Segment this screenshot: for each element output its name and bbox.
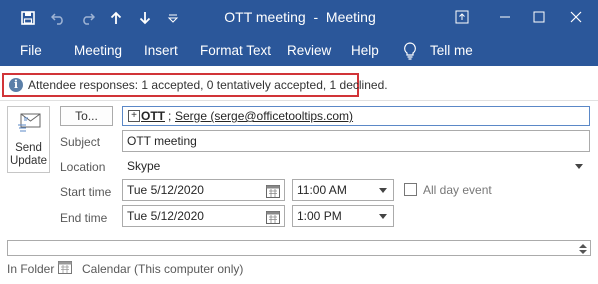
info-icon: i (9, 78, 23, 92)
recipient-group[interactable]: OTT (141, 107, 165, 125)
ribbon-display-options-icon[interactable] (451, 6, 473, 28)
redo-icon[interactable] (78, 8, 98, 28)
all-day-label: All day event (423, 183, 492, 197)
end-time-select[interactable]: 1:00 PM (292, 205, 394, 227)
to-button[interactable]: To... (60, 106, 113, 126)
send-update-button[interactable]: Send Update (7, 106, 50, 173)
end-time-label: End time (60, 211, 108, 225)
tab-review[interactable]: Review (287, 43, 331, 58)
tell-me-search[interactable]: Tell me (430, 43, 473, 58)
tab-meeting[interactable]: Meeting (74, 43, 122, 58)
chevron-down-icon[interactable] (379, 214, 387, 219)
maximize-icon[interactable] (528, 6, 550, 28)
in-folder-label: In Folder (7, 262, 55, 276)
end-date-value: Tue 5/12/2020 (127, 209, 204, 223)
window-title: OTT meeting - Meeting (224, 9, 376, 25)
down-arrow-icon[interactable] (135, 8, 155, 28)
chevron-down-icon[interactable] (379, 188, 387, 193)
subject-label: Subject (60, 135, 101, 149)
close-icon[interactable] (565, 6, 587, 28)
end-time-value: 1:00 PM (297, 209, 342, 223)
start-date-picker[interactable]: Tue 5/12/2020 (122, 179, 285, 201)
save-icon[interactable] (18, 8, 38, 28)
folder-name: Calendar (This computer only) (82, 262, 244, 276)
divider (0, 100, 598, 101)
attendee-responses-text: Attendee responses: 1 accepted, 0 tentat… (28, 78, 388, 92)
scroll-buttons-icon[interactable] (577, 242, 589, 254)
calendar-icon[interactable] (266, 210, 280, 230)
ribbon-tabs: File Meeting Insert Format Text Review H… (0, 36, 598, 66)
lightbulb-icon[interactable] (403, 42, 417, 65)
title-bar: OTT meeting - Meeting (0, 0, 598, 36)
all-day-checkbox[interactable] (404, 183, 417, 196)
attendee-responses-infobar: i Attendee responses: 1 accepted, 0 tent… (2, 73, 388, 97)
customize-toolbar-icon[interactable] (163, 8, 183, 28)
start-time-select[interactable]: 11:00 AM (292, 179, 394, 201)
recipient-separator: ; (168, 109, 172, 123)
expand-group-icon[interactable]: + (128, 110, 140, 122)
tab-file[interactable]: File (20, 43, 42, 58)
end-date-picker[interactable]: Tue 5/12/2020 (122, 205, 285, 227)
start-date-value: Tue 5/12/2020 (127, 183, 204, 197)
to-field[interactable]: + OTT ; Serge (serge@officetooltips.com) (122, 106, 590, 126)
location-input[interactable]: Skype (122, 155, 590, 177)
start-time-label: Start time (60, 185, 112, 199)
tab-insert[interactable]: Insert (144, 43, 178, 58)
calendar-folder-icon (58, 261, 72, 279)
send-label-line2: Update (9, 155, 48, 167)
location-label: Location (60, 160, 106, 174)
up-arrow-icon[interactable] (106, 8, 126, 28)
subject-input[interactable]: OTT meeting (122, 130, 590, 152)
undo-icon[interactable] (48, 8, 68, 28)
start-time-value: 11:00 AM (297, 183, 347, 197)
minimize-icon[interactable] (494, 6, 516, 28)
envelope-icon (18, 113, 42, 136)
chevron-down-icon[interactable] (575, 164, 583, 169)
message-body[interactable] (7, 240, 591, 256)
tab-format-text[interactable]: Format Text (200, 43, 271, 58)
calendar-icon[interactable] (266, 184, 280, 204)
send-label-line1: Send (15, 142, 42, 154)
recipient-contact[interactable]: Serge (serge@officetooltips.com) (175, 107, 353, 125)
location-value: Skype (127, 159, 161, 173)
tab-help[interactable]: Help (351, 43, 379, 58)
